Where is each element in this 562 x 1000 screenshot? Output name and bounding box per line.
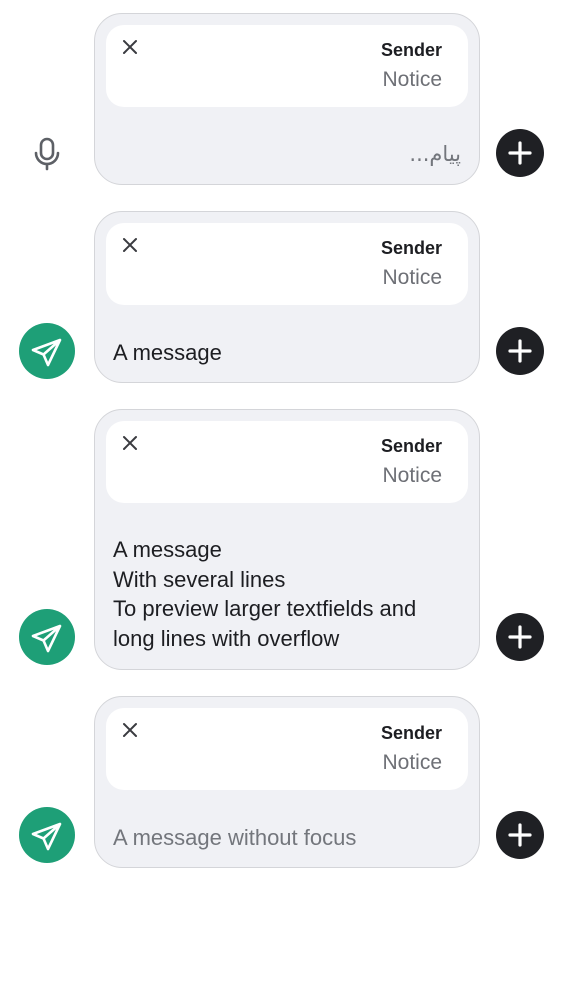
send-button[interactable] bbox=[19, 323, 75, 379]
close-icon[interactable] bbox=[120, 235, 140, 255]
reply-notice: Notice bbox=[382, 751, 442, 774]
send-button[interactable] bbox=[19, 609, 75, 665]
message-field[interactable]: Sender Notice پیام... bbox=[94, 13, 480, 185]
reply-preview: Sender Notice bbox=[106, 223, 468, 305]
close-icon[interactable] bbox=[120, 720, 140, 740]
reply-notice: Notice bbox=[382, 266, 442, 289]
send-icon bbox=[31, 338, 62, 367]
plus-icon bbox=[508, 625, 532, 649]
message-field[interactable]: Sender Notice A message bbox=[94, 211, 480, 383]
reply-notice: Notice bbox=[382, 464, 442, 487]
send-icon bbox=[31, 624, 62, 653]
reply-sender: Sender bbox=[380, 723, 442, 743]
microphone-icon bbox=[34, 137, 60, 171]
add-button[interactable] bbox=[496, 129, 544, 177]
message-text: A message bbox=[113, 340, 222, 365]
send-icon bbox=[31, 822, 62, 851]
close-icon[interactable] bbox=[120, 37, 140, 57]
add-button[interactable] bbox=[496, 811, 544, 859]
reply-notice: Notice bbox=[382, 68, 442, 91]
reply-sender: Sender bbox=[380, 40, 442, 60]
plus-icon bbox=[508, 141, 532, 165]
reply-preview: Sender Notice bbox=[106, 708, 468, 790]
reply-sender: Sender bbox=[380, 238, 442, 258]
message-placeholder: A message without focus bbox=[113, 825, 357, 850]
send-button[interactable] bbox=[19, 807, 75, 863]
reply-preview: Sender Notice bbox=[106, 25, 468, 107]
plus-icon bbox=[508, 823, 532, 847]
reply-preview: Sender Notice bbox=[106, 421, 468, 503]
add-button[interactable] bbox=[496, 613, 544, 661]
message-field[interactable]: Sender Notice A message without focus bbox=[94, 696, 480, 868]
message-placeholder: پیام... bbox=[409, 142, 461, 166]
plus-icon bbox=[508, 339, 532, 363]
message-field[interactable]: Sender Notice A message With several lin… bbox=[94, 409, 480, 670]
microphone-button[interactable] bbox=[26, 132, 68, 174]
reply-sender: Sender bbox=[380, 436, 442, 456]
close-icon[interactable] bbox=[120, 433, 140, 453]
message-text: A message With several lines To preview … bbox=[113, 537, 417, 651]
add-button[interactable] bbox=[496, 327, 544, 375]
